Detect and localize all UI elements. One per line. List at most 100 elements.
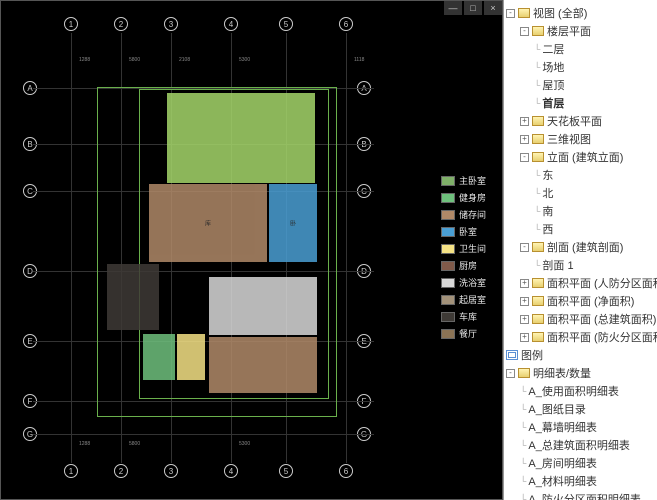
- tree-item[interactable]: └A_防火分区面积明细表: [506, 490, 655, 500]
- tree-item[interactable]: -明细表/数量: [506, 364, 655, 382]
- tree-label: 楼层平面: [547, 23, 655, 39]
- tree-item[interactable]: └A_幕墙明细表: [506, 418, 655, 436]
- tree-label: 面积平面 (防火分区面积): [547, 329, 657, 345]
- folder-icon: [532, 296, 544, 306]
- dimension-text: 5300: [239, 57, 250, 63]
- folder-icon: [532, 332, 544, 342]
- collapse-icon[interactable]: -: [506, 369, 515, 378]
- tree-label: A_总建筑面积明细表: [528, 437, 655, 453]
- close-button[interactable]: ×: [484, 1, 502, 15]
- gridline: [71, 33, 72, 463]
- gridline: [346, 33, 347, 463]
- tree-connector: └: [520, 440, 526, 450]
- collapse-icon[interactable]: -: [520, 243, 529, 252]
- folder-icon: [532, 152, 544, 162]
- expand-icon[interactable]: +: [520, 315, 529, 324]
- tree-connector: └: [520, 404, 526, 414]
- tree-item[interactable]: └二层: [506, 40, 655, 58]
- tree-label: 天花板平面: [547, 113, 655, 129]
- sheet-icon: [506, 350, 518, 360]
- room-fill[interactable]: [143, 334, 175, 380]
- tree-item[interactable]: +面积平面 (总建筑面积): [506, 310, 655, 328]
- expand-icon[interactable]: +: [520, 135, 529, 144]
- tree-connector: └: [534, 260, 540, 270]
- tree-label: 屋顶: [542, 77, 655, 93]
- collapse-icon[interactable]: -: [520, 153, 529, 162]
- tree-connector: └: [534, 224, 540, 234]
- dimension-text: 1118: [354, 57, 364, 63]
- tree-item[interactable]: └场地: [506, 58, 655, 76]
- grid-bubble: 4: [224, 464, 238, 478]
- tree-item[interactable]: -视图 (全部): [506, 4, 655, 22]
- tree-item[interactable]: +面积平面 (人防分区面积): [506, 274, 655, 292]
- project-tree[interactable]: -视图 (全部)-楼层平面└二层└场地└屋顶└首层+天花板平面+三维视图-立面 …: [504, 0, 657, 500]
- window-controls: — □ ×: [444, 1, 502, 15]
- floor-plan-drawing[interactable]: 112233445566 AABBCCDDEEFFGG 128858002108…: [9, 9, 494, 491]
- tree-item[interactable]: └A_图纸目录: [506, 400, 655, 418]
- dimension-text: 2108: [179, 57, 190, 63]
- tree-item[interactable]: └南: [506, 202, 655, 220]
- room-fill[interactable]: 库: [149, 184, 267, 262]
- collapse-icon[interactable]: -: [506, 9, 515, 18]
- grid-bubble: 1: [64, 464, 78, 478]
- grid-bubble: 4: [224, 17, 238, 31]
- folder-icon: [532, 134, 544, 144]
- tree-item[interactable]: + 面积平面 (防火分区面积): [506, 328, 655, 346]
- tree-item[interactable]: └北: [506, 184, 655, 202]
- tree-item[interactable]: 图例: [506, 346, 655, 364]
- expand-icon[interactable]: +: [520, 333, 529, 342]
- tree-connector: └: [534, 62, 540, 72]
- tree-label: 剖面 1: [542, 257, 655, 273]
- tree-item[interactable]: └A_使用面积明细表: [506, 382, 655, 400]
- folder-icon: [532, 278, 544, 288]
- dimension-text: 5800: [129, 57, 140, 63]
- tree-item[interactable]: └A_总建筑面积明细表: [506, 436, 655, 454]
- tree-connector: └: [520, 386, 526, 396]
- collapse-icon[interactable]: -: [520, 27, 529, 36]
- expand-icon[interactable]: +: [520, 297, 529, 306]
- tree-label: A_防火分区面积明细表: [528, 491, 655, 500]
- tree-item[interactable]: -立面 (建筑立面): [506, 148, 655, 166]
- tree-item[interactable]: └A_材料明细表: [506, 472, 655, 490]
- dimension-text: 5800: [129, 441, 140, 447]
- legend-label: 储存间: [459, 208, 486, 221]
- room-fill[interactable]: [107, 264, 159, 330]
- tree-item[interactable]: - 楼层平面: [506, 22, 655, 40]
- legend-item: 起居室: [441, 293, 486, 306]
- tree-item[interactable]: └西: [506, 220, 655, 238]
- tree-item[interactable]: └剖面 1: [506, 256, 655, 274]
- legend-item: 健身房: [441, 191, 486, 204]
- tree-connector: └: [534, 98, 540, 108]
- cad-viewport[interactable]: — □ × 112233445566 AABBCCDDEEFFGG 128858…: [0, 0, 503, 500]
- project-browser[interactable]: -视图 (全部)-楼层平面└二层└场地└屋顶└首层+天花板平面+三维视图-立面 …: [503, 0, 657, 500]
- room-fill[interactable]: [209, 337, 317, 393]
- tree-item[interactable]: └首层: [506, 94, 655, 112]
- folder-icon: [532, 116, 544, 126]
- room-fill[interactable]: 卧: [269, 184, 317, 262]
- room-fill[interactable]: [209, 277, 317, 335]
- tree-item[interactable]: + 天花板平面: [506, 112, 655, 130]
- folder-icon: [532, 314, 544, 324]
- legend-swatch: [441, 295, 455, 305]
- folder-icon: [518, 8, 530, 18]
- room-label: 库: [205, 219, 211, 228]
- room-fill[interactable]: [167, 93, 315, 183]
- tree-item[interactable]: └东: [506, 166, 655, 184]
- minimize-button[interactable]: —: [444, 1, 462, 15]
- tree-item[interactable]: +面积平面 (净面积): [506, 292, 655, 310]
- tree-connector: └: [534, 206, 540, 216]
- grid-bubble: 3: [164, 17, 178, 31]
- maximize-button[interactable]: □: [464, 1, 482, 15]
- tree-item[interactable]: └屋顶: [506, 76, 655, 94]
- legend-label: 主卧室: [459, 174, 486, 187]
- tree-item[interactable]: -剖面 (建筑剖面): [506, 238, 655, 256]
- expand-icon[interactable]: +: [520, 279, 529, 288]
- legend-item: 卫生间: [441, 242, 486, 255]
- expand-icon[interactable]: +: [520, 117, 529, 126]
- tree-item[interactable]: +三维视图: [506, 130, 655, 148]
- tree-item[interactable]: └A_房间明细表: [506, 454, 655, 472]
- legend-label: 起居室: [459, 293, 486, 306]
- legend-label: 厨房: [459, 259, 477, 272]
- tree-label: A_材料明细表: [528, 473, 655, 489]
- room-fill[interactable]: [177, 334, 205, 380]
